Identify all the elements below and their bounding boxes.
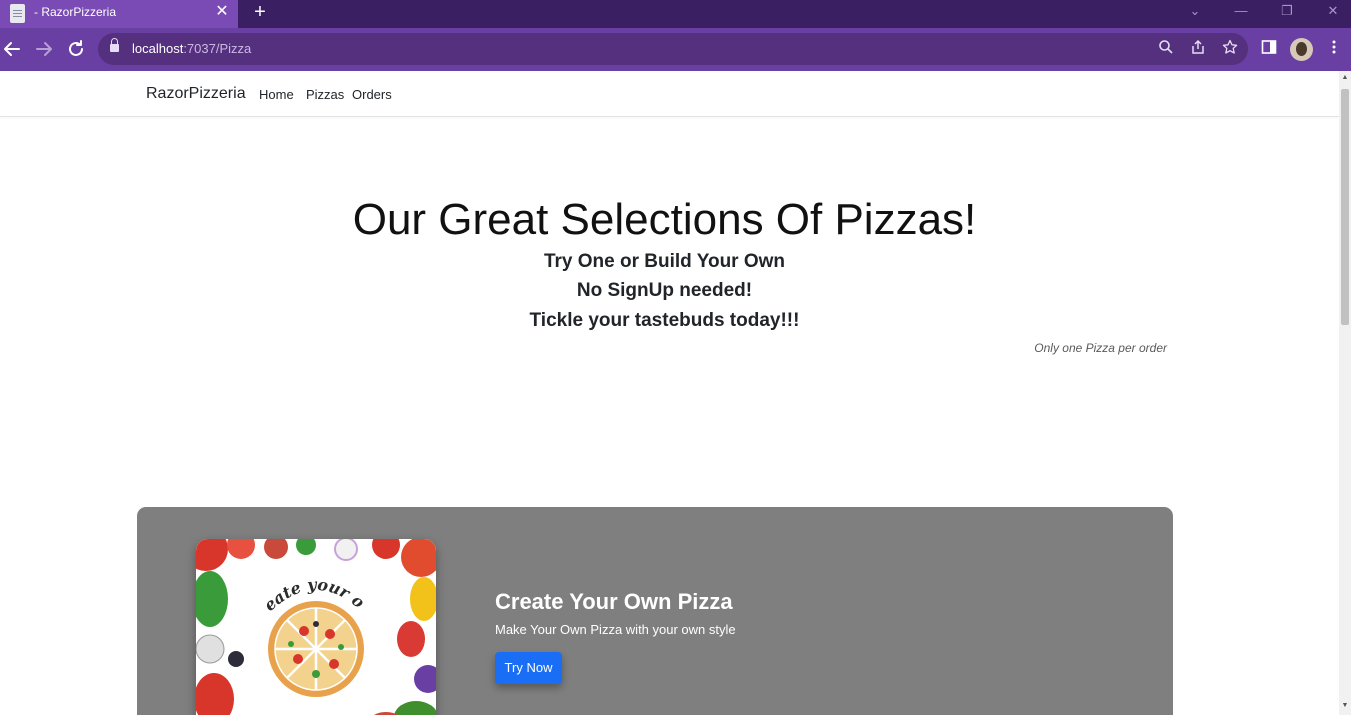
scrollbar-thumb[interactable] [1341, 89, 1349, 325]
zoom-icon[interactable] [1156, 39, 1176, 59]
close-window-button[interactable]: ✕ [1323, 2, 1343, 20]
lock-icon[interactable] [110, 38, 119, 54]
forward-arrow-icon[interactable] [32, 37, 56, 61]
browser-tab-active[interactable]: - RazorPizzeria ✕ [0, 0, 238, 28]
nav-link-orders[interactable]: Orders [352, 87, 392, 103]
create-your-own-pizza-image: Create your own [196, 539, 436, 715]
new-tab-button[interactable]: + [250, 1, 270, 23]
share-icon[interactable] [1188, 39, 1208, 59]
hero-line-3: Tickle your tastebuds today!!! [529, 310, 800, 331]
url-path: :7037/Pizza [183, 41, 252, 56]
browser-tab-strip: - RazorPizzeria ✕ + ⌄ — ❐ ✕ [0, 0, 1351, 28]
bookmark-star-icon[interactable] [1220, 39, 1240, 59]
back-arrow-icon[interactable] [0, 37, 24, 61]
hero-line-1: Try One or Build Your Own [543, 251, 786, 272]
url-host: localhost [132, 41, 184, 56]
minimize-window-button[interactable]: — [1231, 2, 1251, 20]
address-bar[interactable]: localhost:7037/Pizza [98, 33, 1248, 65]
site-navbar: RazorPizzeria Home Pizzas Orders [0, 71, 1339, 117]
close-tab-icon[interactable]: ✕ [214, 3, 230, 21]
nav-link-home[interactable]: Home [259, 87, 294, 103]
nav-link-pizzas[interactable]: Pizzas [306, 87, 344, 103]
scroll-down-arrow-icon[interactable]: ▼ [1339, 701, 1351, 711]
reload-icon[interactable] [64, 37, 88, 61]
side-panel-icon[interactable] [1258, 39, 1280, 61]
tab-title: - RazorPizzeria [34, 5, 117, 19]
scroll-up-arrow-icon[interactable]: ▲ [1339, 73, 1351, 83]
page-title: Our Great Selections Of Pizzas! [352, 195, 977, 244]
page-viewport: RazorPizzeria Home Pizzas Orders Our Gre… [0, 71, 1339, 715]
navbar-brand[interactable]: RazorPizzeria [146, 84, 246, 104]
card-title: Create Your Own Pizza [495, 589, 733, 614]
page-favicon-icon [10, 4, 25, 23]
create-pizza-card: Create your own Create Your Own Pizza Ma… [137, 507, 1173, 715]
url-text[interactable]: localhost:7037/Pizza [132, 41, 251, 57]
page-scrollbar[interactable]: ▲ ▼ [1339, 71, 1351, 715]
profile-avatar[interactable] [1290, 38, 1313, 61]
hero-line-2: No SignUp needed! [576, 280, 753, 301]
tab-search-icon[interactable]: ⌄ [1185, 2, 1205, 20]
browser-toolbar: localhost:7037/Pizza [0, 28, 1351, 71]
order-limit-note: Only one Pizza per order [1034, 341, 1167, 355]
try-now-button[interactable]: Try Now [495, 652, 562, 684]
kebab-menu-icon[interactable] [1323, 39, 1345, 61]
card-subtitle: Make Your Own Pizza with your own style [495, 622, 736, 637]
restore-window-button[interactable]: ❐ [1277, 2, 1297, 20]
